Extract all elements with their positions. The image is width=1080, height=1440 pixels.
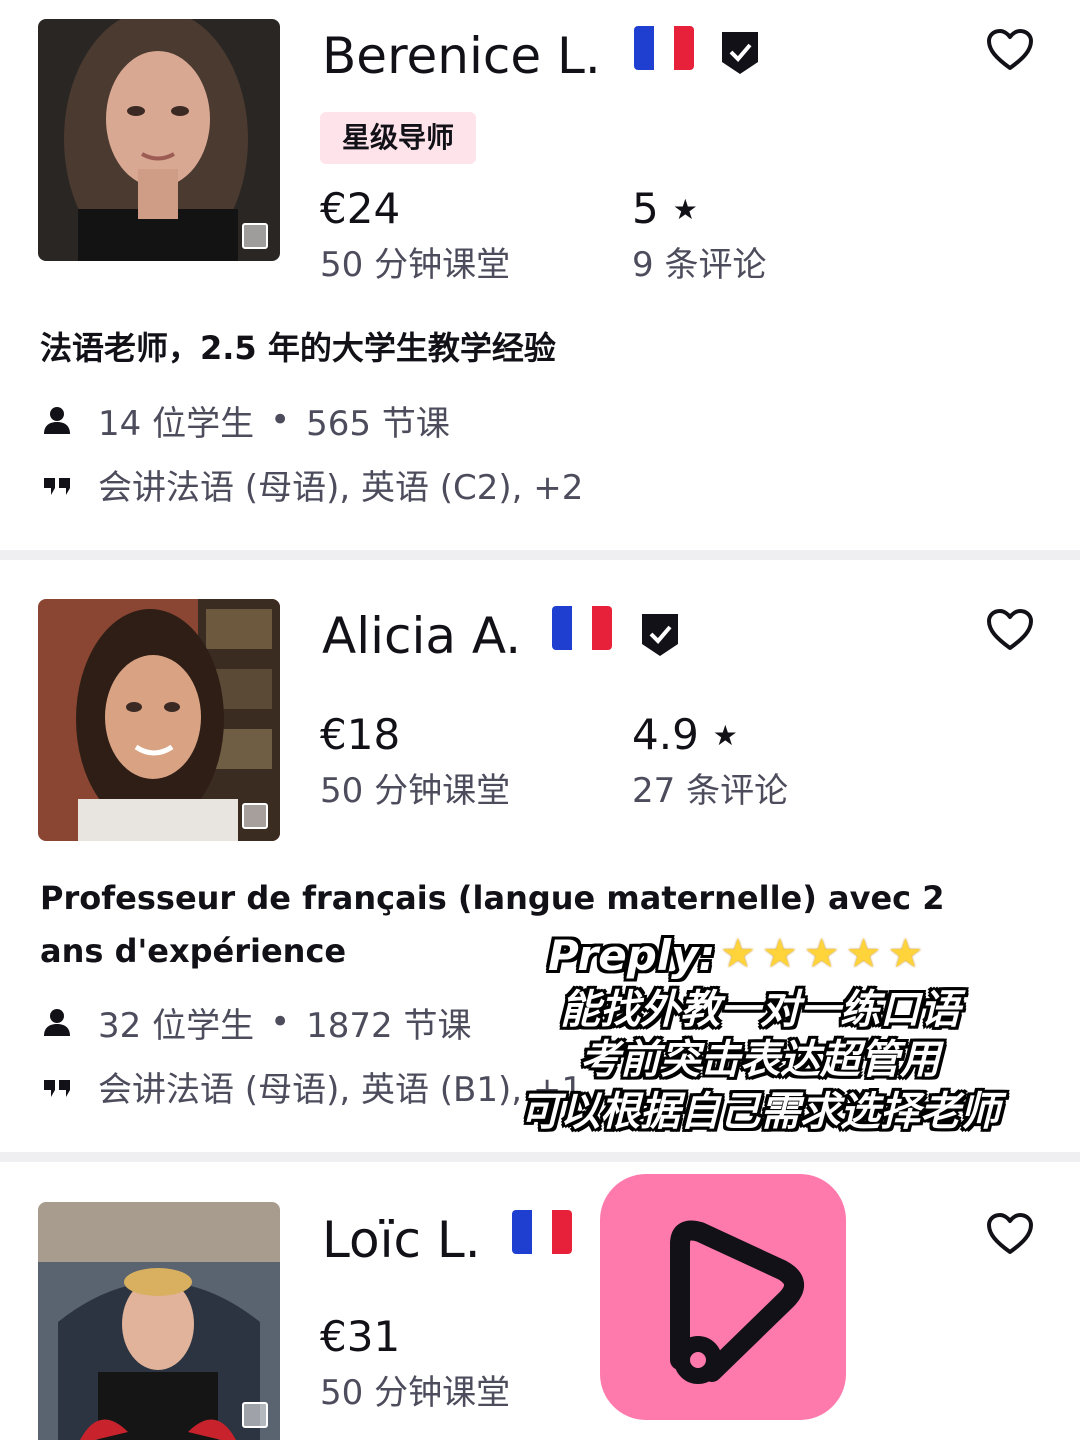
- lessons-count: 565 节课: [306, 403, 450, 444]
- heart-outline-icon[interactable]: [986, 1212, 1034, 1256]
- student-lesson-stats: 32 位学生 • 1872 节课: [40, 1000, 472, 1046]
- speech-quote-icon: [44, 478, 70, 495]
- tutor-card-loic[interactable]: Loïc L. €31 50 分钟课堂: [0, 1162, 1080, 1440]
- person-icon: [44, 407, 70, 434]
- tutor-name[interactable]: Loïc L.: [322, 1210, 481, 1270]
- tutor-card-berenice[interactable]: Berenice L. 星级导师 €24 50 分钟课堂 5 ★ 9 条评论 法语…: [0, 0, 1080, 550]
- overlay-line-1: 能找外教一对一练口语: [560, 987, 960, 1033]
- heart-outline-icon[interactable]: [986, 608, 1034, 652]
- overlay-brand-text: Preply:: [548, 931, 716, 980]
- lesson-duration: 50 分钟课堂: [320, 245, 511, 285]
- star-icon: ★: [672, 193, 698, 226]
- rating: 4.9 ★: [632, 710, 738, 765]
- lesson-duration: 50 分钟课堂: [320, 771, 511, 811]
- students-count: 14 位学生: [98, 403, 255, 444]
- france-flag-icon: [512, 1210, 572, 1254]
- lesson-duration: 50 分钟课堂: [320, 1373, 511, 1413]
- overlay-line-3: 可以根据自己需求选择老师: [520, 1089, 1000, 1135]
- tutor-photo[interactable]: [38, 599, 280, 841]
- verified-shield-icon: [722, 32, 758, 74]
- card-divider: [0, 1152, 1080, 1162]
- speech-quote-icon: [44, 1080, 70, 1097]
- lesson-price: €24: [320, 184, 401, 233]
- rating-value: 4.9: [632, 710, 699, 759]
- select-checkbox[interactable]: [242, 803, 268, 829]
- verified-shield-icon: [642, 614, 678, 656]
- lesson-price: €18: [320, 710, 401, 759]
- person-icon: [44, 1009, 70, 1036]
- select-checkbox[interactable]: [242, 1402, 268, 1428]
- star-icon: ★: [712, 719, 738, 752]
- students-count: 32 位学生: [98, 1005, 255, 1046]
- lesson-price: €31: [320, 1312, 401, 1361]
- review-count[interactable]: 27 条评论: [632, 770, 788, 812]
- select-checkbox[interactable]: [242, 223, 268, 249]
- separator-dot: •: [270, 400, 291, 440]
- tutor-name[interactable]: Alicia A.: [322, 606, 521, 666]
- star-tutor-badge: 星级导师: [320, 112, 477, 164]
- overlay-stars: ★★★★★: [720, 931, 930, 977]
- tutor-headline: 法语老师，2.5 年的大学生教学经验: [40, 329, 556, 367]
- languages-spoken: 会讲法语 (母语), 英语 (C2), +2: [98, 467, 584, 508]
- lessons-count: 1872 节课: [306, 1005, 472, 1046]
- overlay-line-2: 考前突击表达超管用: [580, 1037, 940, 1083]
- tutor-photo[interactable]: [38, 19, 280, 261]
- separator-dot: •: [270, 1002, 291, 1042]
- france-flag-icon: [552, 606, 612, 650]
- student-lesson-stats: 14 位学生 • 565 节课: [40, 398, 450, 444]
- review-count[interactable]: 9 条评论: [632, 244, 766, 286]
- tutor-photo[interactable]: [38, 1202, 280, 1440]
- preply-logo-icon: [600, 1174, 846, 1420]
- tutor-name[interactable]: Berenice L.: [322, 26, 601, 86]
- languages-row: 会讲法语 (母语), 英语 (C2), +2: [40, 462, 584, 508]
- rating: 5 ★: [632, 184, 698, 239]
- rating-value: 5: [632, 184, 659, 233]
- heart-outline-icon[interactable]: [986, 28, 1034, 72]
- card-divider: [0, 550, 1080, 560]
- france-flag-icon: [634, 26, 694, 70]
